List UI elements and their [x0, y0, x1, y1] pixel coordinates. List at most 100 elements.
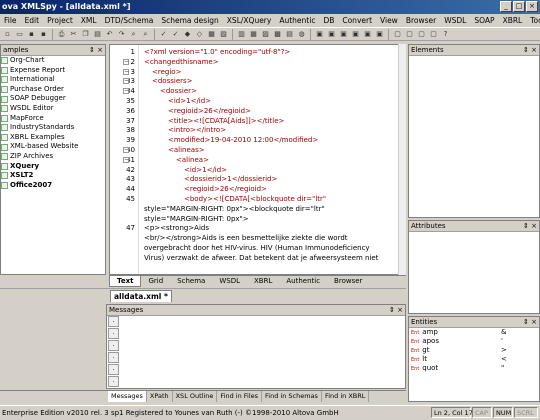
code-line[interactable]: <regio>	[152, 68, 181, 77]
project-tree-item[interactable]: WSDL Editor	[1, 104, 105, 114]
messages-tab-xpath[interactable]: XPath	[147, 391, 173, 402]
code-line[interactable]: <regioid>26</regioid>	[184, 185, 267, 194]
menu-edit[interactable]: Edit	[21, 14, 44, 27]
copy-icon[interactable]: ❐	[80, 29, 91, 40]
code-line[interactable]: <alineas>	[168, 146, 205, 155]
xslt-icon[interactable]: ◆	[182, 29, 193, 40]
project-tree-item[interactable]: XBRL Examples	[1, 133, 105, 143]
fold-toggle-icon[interactable]: −	[123, 147, 129, 153]
fold-toggle-icon[interactable]: −	[123, 58, 129, 65]
window-layout-icon[interactable]: ▣	[314, 29, 325, 40]
code-area[interactable]: <?xml version="1.0" encoding="utf-8"?> <c…	[144, 45, 404, 274]
menu-file[interactable]: File	[0, 14, 21, 27]
schema-view-icon[interactable]: ▨	[260, 29, 271, 40]
code-line[interactable]: <id>1</id>	[184, 166, 227, 175]
save-all-icon[interactable]: ▪	[38, 29, 49, 40]
code-line[interactable]: <p><strong>Aids	[144, 224, 209, 233]
find-icon[interactable]: ⌕	[128, 29, 139, 40]
menu-tools[interactable]: Tools	[526, 14, 540, 27]
fold-toggle-icon[interactable]: −	[123, 78, 129, 85]
new-file-icon[interactable]: ▫	[2, 29, 13, 40]
message-tool-icon[interactable]: ·	[108, 316, 119, 327]
window-layout-icon[interactable]: ▣	[326, 29, 337, 40]
view-tab-text[interactable]: Text	[109, 276, 142, 287]
wsdl-view-icon[interactable]: ▩	[272, 29, 283, 40]
menu-browser[interactable]: Browser	[402, 14, 440, 27]
code-line[interactable]: <title><![CDATA[Aids]]></title>	[168, 117, 284, 126]
menu-authentic[interactable]: Authentic	[275, 14, 319, 27]
code-line[interactable]: <modified>19-04-2010 12:00</modified>	[168, 136, 318, 145]
print-icon[interactable]: ⎙	[56, 29, 67, 40]
browser-view-icon[interactable]: ◍	[296, 29, 307, 40]
project-tree-item[interactable]: International	[1, 75, 105, 85]
project-tree-item[interactable]: XQuery	[1, 162, 105, 172]
code-line[interactable]: <dossierid>1</dossierid>	[184, 175, 277, 184]
view-tab-grid[interactable]: Grid	[141, 276, 170, 287]
menu-xbrl[interactable]: XBRL	[499, 14, 527, 27]
message-tool-icon[interactable]: ·	[108, 376, 119, 387]
view-tab-authentic[interactable]: Authentic	[279, 276, 327, 287]
find-next-icon[interactable]: ⌕	[140, 29, 151, 40]
fold-toggle-icon[interactable]: −	[123, 88, 129, 95]
message-tool-icon[interactable]: ·	[108, 364, 119, 375]
entity-row[interactable]: Ent amp &	[409, 328, 539, 337]
code-line[interactable]: style="MARGIN-RIGHT: 0px">	[144, 215, 249, 224]
message-tool-icon[interactable]: ·	[108, 352, 119, 363]
entry-helper-icon[interactable]: ▢	[416, 29, 427, 40]
project-tree-item[interactable]: XSLT2	[1, 171, 105, 181]
project-tree-item[interactable]: Purchase Order	[1, 85, 105, 95]
code-line[interactable]: <?xml version="1.0" encoding="utf-8"?>	[144, 48, 290, 57]
menu-wsdl[interactable]: WSDL	[440, 14, 470, 27]
project-tree-item[interactable]: Office2007	[1, 181, 105, 191]
panel-pin-close-icon[interactable]: ⇕ ×	[389, 305, 403, 316]
validate-icon[interactable]: ✓	[158, 29, 169, 40]
code-line[interactable]: <id>1</id>	[168, 97, 211, 106]
help-icon[interactable]: ?	[440, 29, 451, 40]
dtd-icon[interactable]: ▧	[218, 29, 229, 40]
view-tab-xbrl[interactable]: XBRL	[247, 276, 279, 287]
entity-row[interactable]: Ent apos '	[409, 337, 539, 346]
menu-soap[interactable]: SOAP	[470, 14, 498, 27]
maximize-button[interactable]: □	[513, 1, 525, 12]
project-tree-item[interactable]: MapForce	[1, 114, 105, 124]
code-line[interactable]: <regioid>26</regioid>	[168, 107, 251, 116]
schema-icon[interactable]: ▦	[206, 29, 217, 40]
entity-row[interactable]: Ent lt <	[409, 355, 539, 364]
fold-toggle-icon[interactable]: −	[123, 156, 129, 163]
message-tool-icon[interactable]: ·	[108, 340, 119, 351]
code-line[interactable]: style="MARGIN-RIGHT: 0px"><blockquote di…	[144, 205, 325, 214]
fold-toggle-icon[interactable]: −	[123, 68, 129, 75]
undo-icon[interactable]: ↶	[104, 29, 115, 40]
project-tree-item[interactable]: ZIP Archives	[1, 152, 105, 162]
code-line[interactable]: <dossiers>	[152, 77, 193, 86]
window-layout-icon[interactable]: ▣	[350, 29, 361, 40]
open-file-icon[interactable]: ▭	[14, 29, 25, 40]
document-tab-alldata[interactable]: alldata.xml *	[110, 290, 172, 302]
messages-tab-xsl-outline[interactable]: XSL Outline	[173, 391, 218, 402]
messages-tab-find-in-xbrl[interactable]: Find in XBRL	[322, 391, 370, 402]
minimize-button[interactable]: _	[500, 1, 512, 12]
entry-helper-icon[interactable]: ▢	[428, 29, 439, 40]
panel-pin-close-icon[interactable]: ⇕ ×	[523, 45, 537, 56]
close-button[interactable]: ×	[526, 1, 538, 12]
editor-vertical-scrollbar[interactable]	[398, 44, 406, 275]
xml-text-editor[interactable]: 1 2−3−33−34−35 36 37 38 39 40−41−42 43 44 45 47 <?…	[109, 44, 406, 275]
redo-icon[interactable]: ↷	[116, 29, 127, 40]
menu-db[interactable]: DB	[319, 14, 338, 27]
code-line[interactable]: <changedthisname>	[144, 58, 219, 67]
project-tree-item[interactable]: SOAP Debugger	[1, 94, 105, 104]
project-tree-item[interactable]: XML-based Website	[1, 142, 105, 152]
code-line[interactable]: <dossier>	[160, 87, 197, 96]
menu-xsl-xquery[interactable]: XSL/XQuery	[223, 14, 276, 27]
panel-pin-close-icon[interactable]: ⇕ ×	[523, 317, 537, 328]
view-tab-wsdl[interactable]: WSDL	[212, 276, 247, 287]
menu-xml[interactable]: XML	[77, 14, 101, 27]
xquery-icon[interactable]: ◇	[194, 29, 205, 40]
entry-helper-icon[interactable]: ▢	[404, 29, 415, 40]
menu-schema-design[interactable]: Schema design	[157, 14, 222, 27]
cut-icon[interactable]: ✂	[68, 29, 79, 40]
messages-tab-find-in-files[interactable]: Find in Files	[217, 391, 263, 402]
window-layout-icon[interactable]: ▣	[362, 29, 373, 40]
view-tab-browser[interactable]: Browser	[327, 276, 369, 287]
window-layout-icon[interactable]: ▣	[338, 29, 349, 40]
